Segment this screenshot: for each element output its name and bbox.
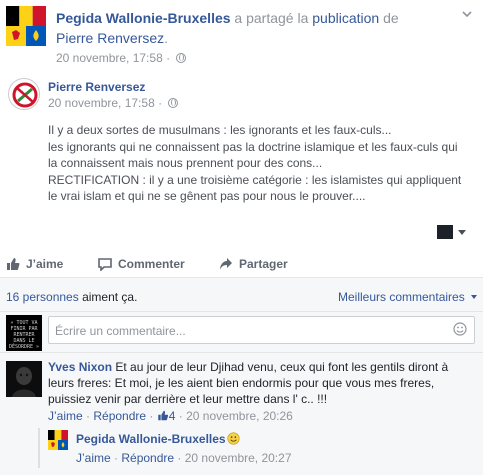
meta-separator: ·	[175, 409, 187, 423]
likes-summary: 16 personnes aiment ça.	[6, 290, 137, 304]
reply-thread-line	[38, 428, 40, 468]
share-meta: 20 novembre, 17:58 ·	[56, 51, 187, 65]
wallonia-brussels-flag-icon	[48, 430, 68, 450]
comment-order-dropdown[interactable]: Meilleurs commentaires	[338, 290, 465, 304]
reply-author-link[interactable]: Pegida Wallonie-Bruxelles	[76, 432, 226, 446]
meta-separator: ·	[82, 409, 94, 423]
comment-line: puissiez venir par derrière et leur mett…	[48, 392, 328, 406]
globe-icon[interactable]	[176, 53, 187, 63]
viewer-comment-avatar: « TOUT VA FINIR PAR RENTRER DANS LE DÉSO…	[6, 315, 42, 351]
share-period: .	[164, 30, 169, 46]
meta-separator: ·	[162, 51, 174, 65]
origin-author-link[interactable]: Pierre Renversez	[56, 30, 164, 46]
like-button[interactable]: J’aime	[6, 257, 63, 271]
page-name-link[interactable]: Pegida Wallonie-Bruxelles	[56, 10, 231, 26]
wallonia-brussels-flag-icon	[6, 6, 46, 46]
commenter-avatar[interactable]	[6, 361, 42, 397]
reply-actions: J’aime · Répondre · 20 novembre, 20:27	[76, 451, 292, 465]
reply-timestamp[interactable]: 20 novembre, 20:27	[185, 451, 292, 465]
globe-icon[interactable]	[168, 98, 179, 108]
post-line: la connaissent mais nous prennent pour d…	[48, 156, 323, 170]
no-symbol-icon	[12, 82, 38, 108]
meta-separator: ·	[154, 96, 166, 110]
comment-reply-link[interactable]: Répondre	[93, 409, 146, 423]
post-line: RECTIFICATION : il y a une troisième cat…	[48, 172, 462, 187]
likes-suffix: aiment ça.	[78, 290, 138, 304]
comment-line: Yves Nixon Et au jour de leur Djihad ven…	[48, 359, 468, 375]
post-line: Il y a deux sortes de musulmans : les ig…	[48, 123, 392, 137]
comment-text: Et au jour de leur Djihad venu, ceux qui…	[112, 360, 449, 374]
share-text: a partagé la	[230, 10, 313, 26]
author-avatar[interactable]	[8, 78, 40, 110]
smiley-emoji-icon	[227, 432, 240, 445]
share-header-text: Pegida Wallonie-Bruxelles a partagé la p…	[56, 8, 476, 48]
post-timestamp[interactable]: 20 novembre, 17:58	[48, 96, 155, 110]
caret-down-icon[interactable]	[471, 295, 477, 299]
dark-portrait-icon	[6, 361, 42, 397]
post-body: Il y a deux sortes de musulmans : les ig…	[48, 122, 473, 205]
share-timestamp[interactable]: 20 novembre, 17:58	[56, 51, 163, 65]
thumbs-up-icon	[158, 410, 168, 421]
likes-count-link[interactable]: 16 personnes	[6, 290, 79, 304]
post-meta: 20 novembre, 17:58 ·	[48, 96, 179, 110]
comment-input[interactable]: Écrire un commentaire...	[48, 316, 475, 344]
comment-timestamp[interactable]: 20 novembre, 20:26	[186, 409, 293, 423]
share-text-of: de	[379, 10, 399, 26]
viewer-avatar[interactable]	[437, 225, 453, 239]
post-line: le vrai islam et qui ne se gênent pas po…	[48, 189, 366, 203]
post-line: les ignorants qui ne connaissent pas la …	[48, 139, 458, 154]
action-bar: J’aime Commenter Partager	[0, 252, 483, 278]
comment-like-link[interactable]: J’aime	[48, 409, 83, 423]
like-label: J’aime	[26, 257, 64, 271]
comment-bubble-icon	[98, 258, 112, 271]
page-avatar[interactable]	[6, 6, 46, 46]
meta-separator: ·	[146, 409, 157, 423]
comment-author-link[interactable]: Yves Nixon	[48, 360, 112, 374]
reply-reply-link[interactable]: Répondre	[121, 451, 174, 465]
reply-like-link[interactable]: J’aime	[76, 451, 111, 465]
chevron-down-icon[interactable]	[461, 8, 473, 20]
comment-actions: J’aime · Répondre · 4 · 20 novembre, 20:…	[48, 409, 293, 423]
meta-separator: ·	[174, 451, 185, 465]
caret-down-icon[interactable]	[458, 230, 466, 235]
share-label: Partager	[239, 257, 288, 271]
comment-label: Commenter	[118, 257, 185, 271]
emoji-picker-icon[interactable]	[453, 322, 467, 336]
comment-button[interactable]: Commenter	[98, 257, 185, 271]
share-button[interactable]: Partager	[219, 257, 288, 271]
meta-separator: ·	[110, 451, 122, 465]
thumbs-up-icon	[7, 258, 20, 270]
reply-avatar[interactable]	[48, 430, 68, 450]
comment-line: leurs freres: Et moi, je les aient bien …	[48, 376, 435, 390]
post-author-link[interactable]: Pierre Renversez	[48, 80, 145, 94]
share-arrow-icon	[220, 258, 232, 270]
comment-body: Yves Nixon Et au jour de leur Djihad ven…	[48, 359, 468, 407]
publication-link[interactable]: publication	[312, 10, 379, 26]
